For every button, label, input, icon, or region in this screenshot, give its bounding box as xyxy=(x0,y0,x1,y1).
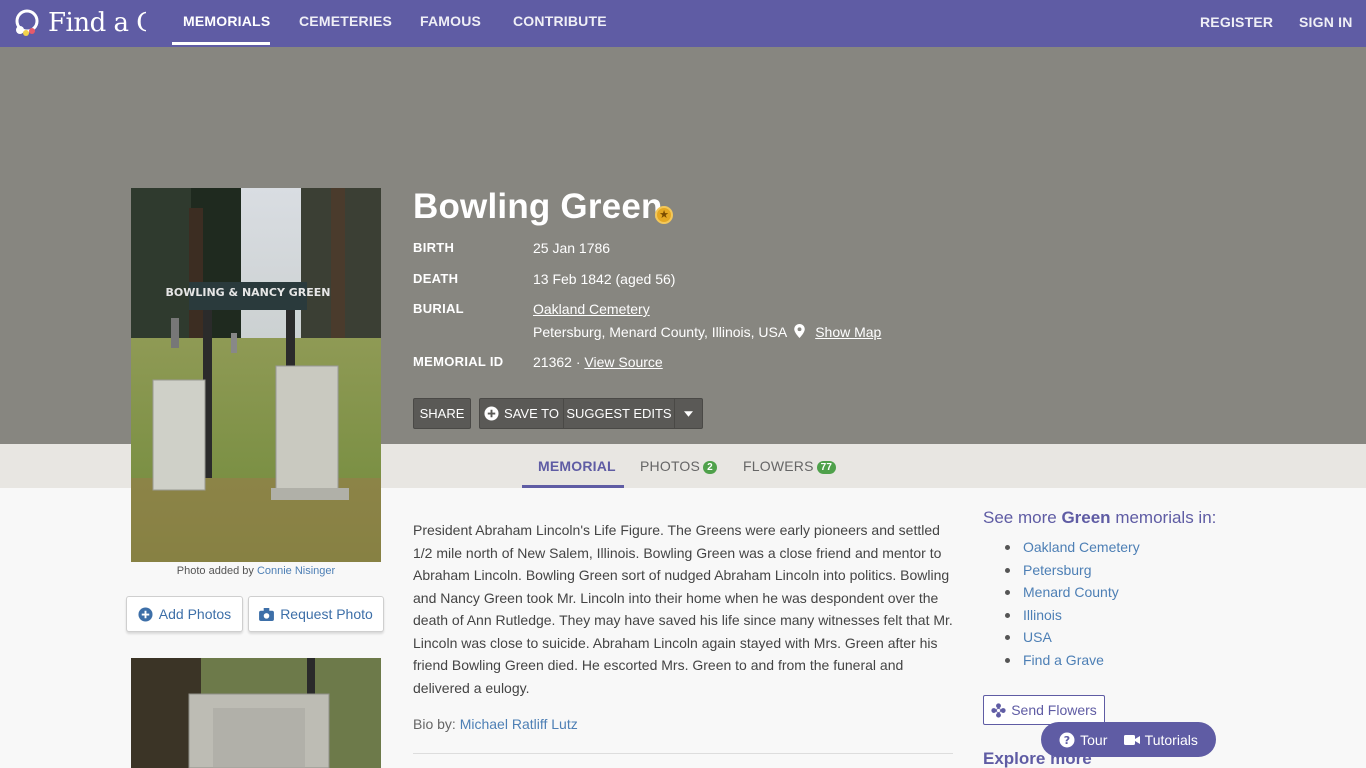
register-link[interactable]: REGISTER xyxy=(1200,14,1273,30)
location-link-state[interactable]: Illinois xyxy=(1023,607,1062,623)
suggest-edits-button[interactable]: SUGGEST EDITS xyxy=(563,398,675,429)
location-link-city[interactable]: Petersburg xyxy=(1023,562,1091,578)
sign-in-link[interactable]: SIGN IN xyxy=(1299,14,1353,30)
see-more-suffix: memorials in: xyxy=(1115,508,1217,527)
add-photos-button[interactable]: Add Photos xyxy=(126,596,243,632)
tab-flowers-label: FLOWERS xyxy=(743,458,814,474)
photos-count-badge: 2 xyxy=(703,461,717,474)
more-actions-dropdown[interactable] xyxy=(674,398,703,429)
tour-button[interactable]: ? Tour xyxy=(1059,732,1107,748)
list-item: USA xyxy=(1005,626,1140,649)
photo-caption: Photo added by Connie Nisinger xyxy=(131,565,381,577)
list-item: Menard County xyxy=(1005,581,1140,604)
show-map-link[interactable]: Show Map xyxy=(815,324,881,340)
memorial-id-label: MEMORIAL ID xyxy=(413,354,504,369)
section-divider xyxy=(413,753,953,754)
add-photos-label: Add Photos xyxy=(158,606,232,622)
famous-star-icon: ★ xyxy=(655,206,673,224)
request-photo-button[interactable]: Request Photo xyxy=(248,596,384,632)
birth-date: 25 Jan 1786 xyxy=(533,240,611,256)
bio-text: President Abraham Lincoln's Life Figure.… xyxy=(413,522,953,696)
help-bar: ? Tour Tutorials xyxy=(1041,722,1216,757)
nav-famous[interactable]: FAMOUS xyxy=(420,13,481,29)
logo-text: Find a Grave xyxy=(48,8,146,38)
location-link-cemetery[interactable]: Oakland Cemetery xyxy=(1023,539,1140,555)
question-circle-icon: ? xyxy=(1059,732,1075,747)
tab-memorial[interactable]: MEMORIAL xyxy=(538,458,616,474)
view-source-link[interactable]: View Source xyxy=(584,354,662,370)
burial-location: Petersburg, Menard County, Illinois, USA… xyxy=(533,324,881,340)
memorial-id: 21362 · View Source xyxy=(533,354,663,370)
tour-label: Tour xyxy=(1080,731,1108,748)
video-camera-icon xyxy=(1123,734,1140,745)
headstone-photo[interactable]: BOWLING & NANCY GREEN xyxy=(131,188,381,562)
list-item: Find a Grave xyxy=(1005,649,1140,672)
nav-contribute[interactable]: CONTRIBUTE xyxy=(513,13,607,29)
save-to-button[interactable]: SAVE TO xyxy=(479,398,564,429)
bio-author: Bio by: Michael Ratliff Lutz xyxy=(413,716,578,732)
list-item: Oakland Cemetery xyxy=(1005,536,1140,559)
see-more-surname: Green xyxy=(1061,508,1111,527)
caret-down-icon xyxy=(684,410,693,417)
location-link-county[interactable]: Menard County xyxy=(1023,584,1119,600)
plus-circle-icon xyxy=(138,606,153,622)
death-label: DEATH xyxy=(413,271,459,286)
tab-photos-label: PHOTOS xyxy=(640,458,701,474)
tab-flowers[interactable]: FLOWERS 77 xyxy=(743,458,837,474)
tutorials-label: Tutorials xyxy=(1144,731,1198,748)
request-photo-label: Request Photo xyxy=(280,606,373,622)
plus-circle-icon xyxy=(484,406,499,421)
flowers-count-badge: 77 xyxy=(816,461,837,474)
flower-icon xyxy=(991,702,1006,718)
save-to-label: SAVE TO xyxy=(504,406,559,421)
second-headstone-photo[interactable] xyxy=(131,658,381,768)
tab-photos[interactable]: PHOTOS 2 xyxy=(640,458,717,474)
share-button[interactable]: SHARE xyxy=(413,398,471,429)
see-more-prefix: See more xyxy=(983,508,1057,527)
memorial-name: Bowling Green xyxy=(413,187,663,226)
bio-by-label: Bio by: xyxy=(413,716,456,732)
cemetery-link[interactable]: Oakland Cemetery xyxy=(533,301,650,317)
death-date: 13 Feb 1842 (aged 56) xyxy=(533,271,676,287)
flower-logo-icon xyxy=(15,9,39,36)
find-a-grave-logo[interactable]: Find a Grave xyxy=(12,5,146,41)
burial-label: BURIAL xyxy=(413,301,464,316)
list-item: Petersburg xyxy=(1005,559,1140,582)
tab-active-underline xyxy=(522,485,624,488)
second-headstone-image xyxy=(131,658,381,768)
photo-author-link[interactable]: Connie Nisinger xyxy=(257,565,335,577)
nav-active-underline xyxy=(172,42,270,45)
birth-label: BIRTH xyxy=(413,240,455,255)
bio-author-link[interactable]: Michael Ratliff Lutz xyxy=(460,716,578,732)
nav-memorials[interactable]: MEMORIALS xyxy=(183,13,270,29)
camera-icon xyxy=(259,607,275,621)
location-text: Petersburg, Menard County, Illinois, USA xyxy=(533,324,787,340)
photo-caption-prefix: Photo added by xyxy=(176,565,254,577)
list-item: Illinois xyxy=(1005,604,1140,627)
send-flowers-button[interactable]: Send Flowers xyxy=(983,695,1105,725)
see-more-heading: See more Green memorials in: xyxy=(983,508,1216,528)
tutorials-button[interactable]: Tutorials xyxy=(1123,731,1198,748)
send-flowers-label: Send Flowers xyxy=(1011,702,1097,718)
memorial-id-value: 21362 · xyxy=(533,354,581,370)
nav-cemeteries[interactable]: CEMETERIES xyxy=(299,13,392,29)
svg-text:?: ? xyxy=(1064,734,1070,747)
memorial-sign-text: BOWLING & NANCY GREEN xyxy=(166,286,331,299)
location-link-country[interactable]: USA xyxy=(1023,629,1052,645)
location-list: Oakland Cemetery Petersburg Menard Count… xyxy=(1005,536,1140,672)
headstone-photo-image: BOWLING & NANCY GREEN xyxy=(131,188,381,562)
map-pin-icon xyxy=(794,324,806,338)
top-navigation: Find a Grave MEMORIALS CEMETERIES FAMOUS… xyxy=(0,0,1366,47)
location-link-site[interactable]: Find a Grave xyxy=(1023,652,1104,668)
